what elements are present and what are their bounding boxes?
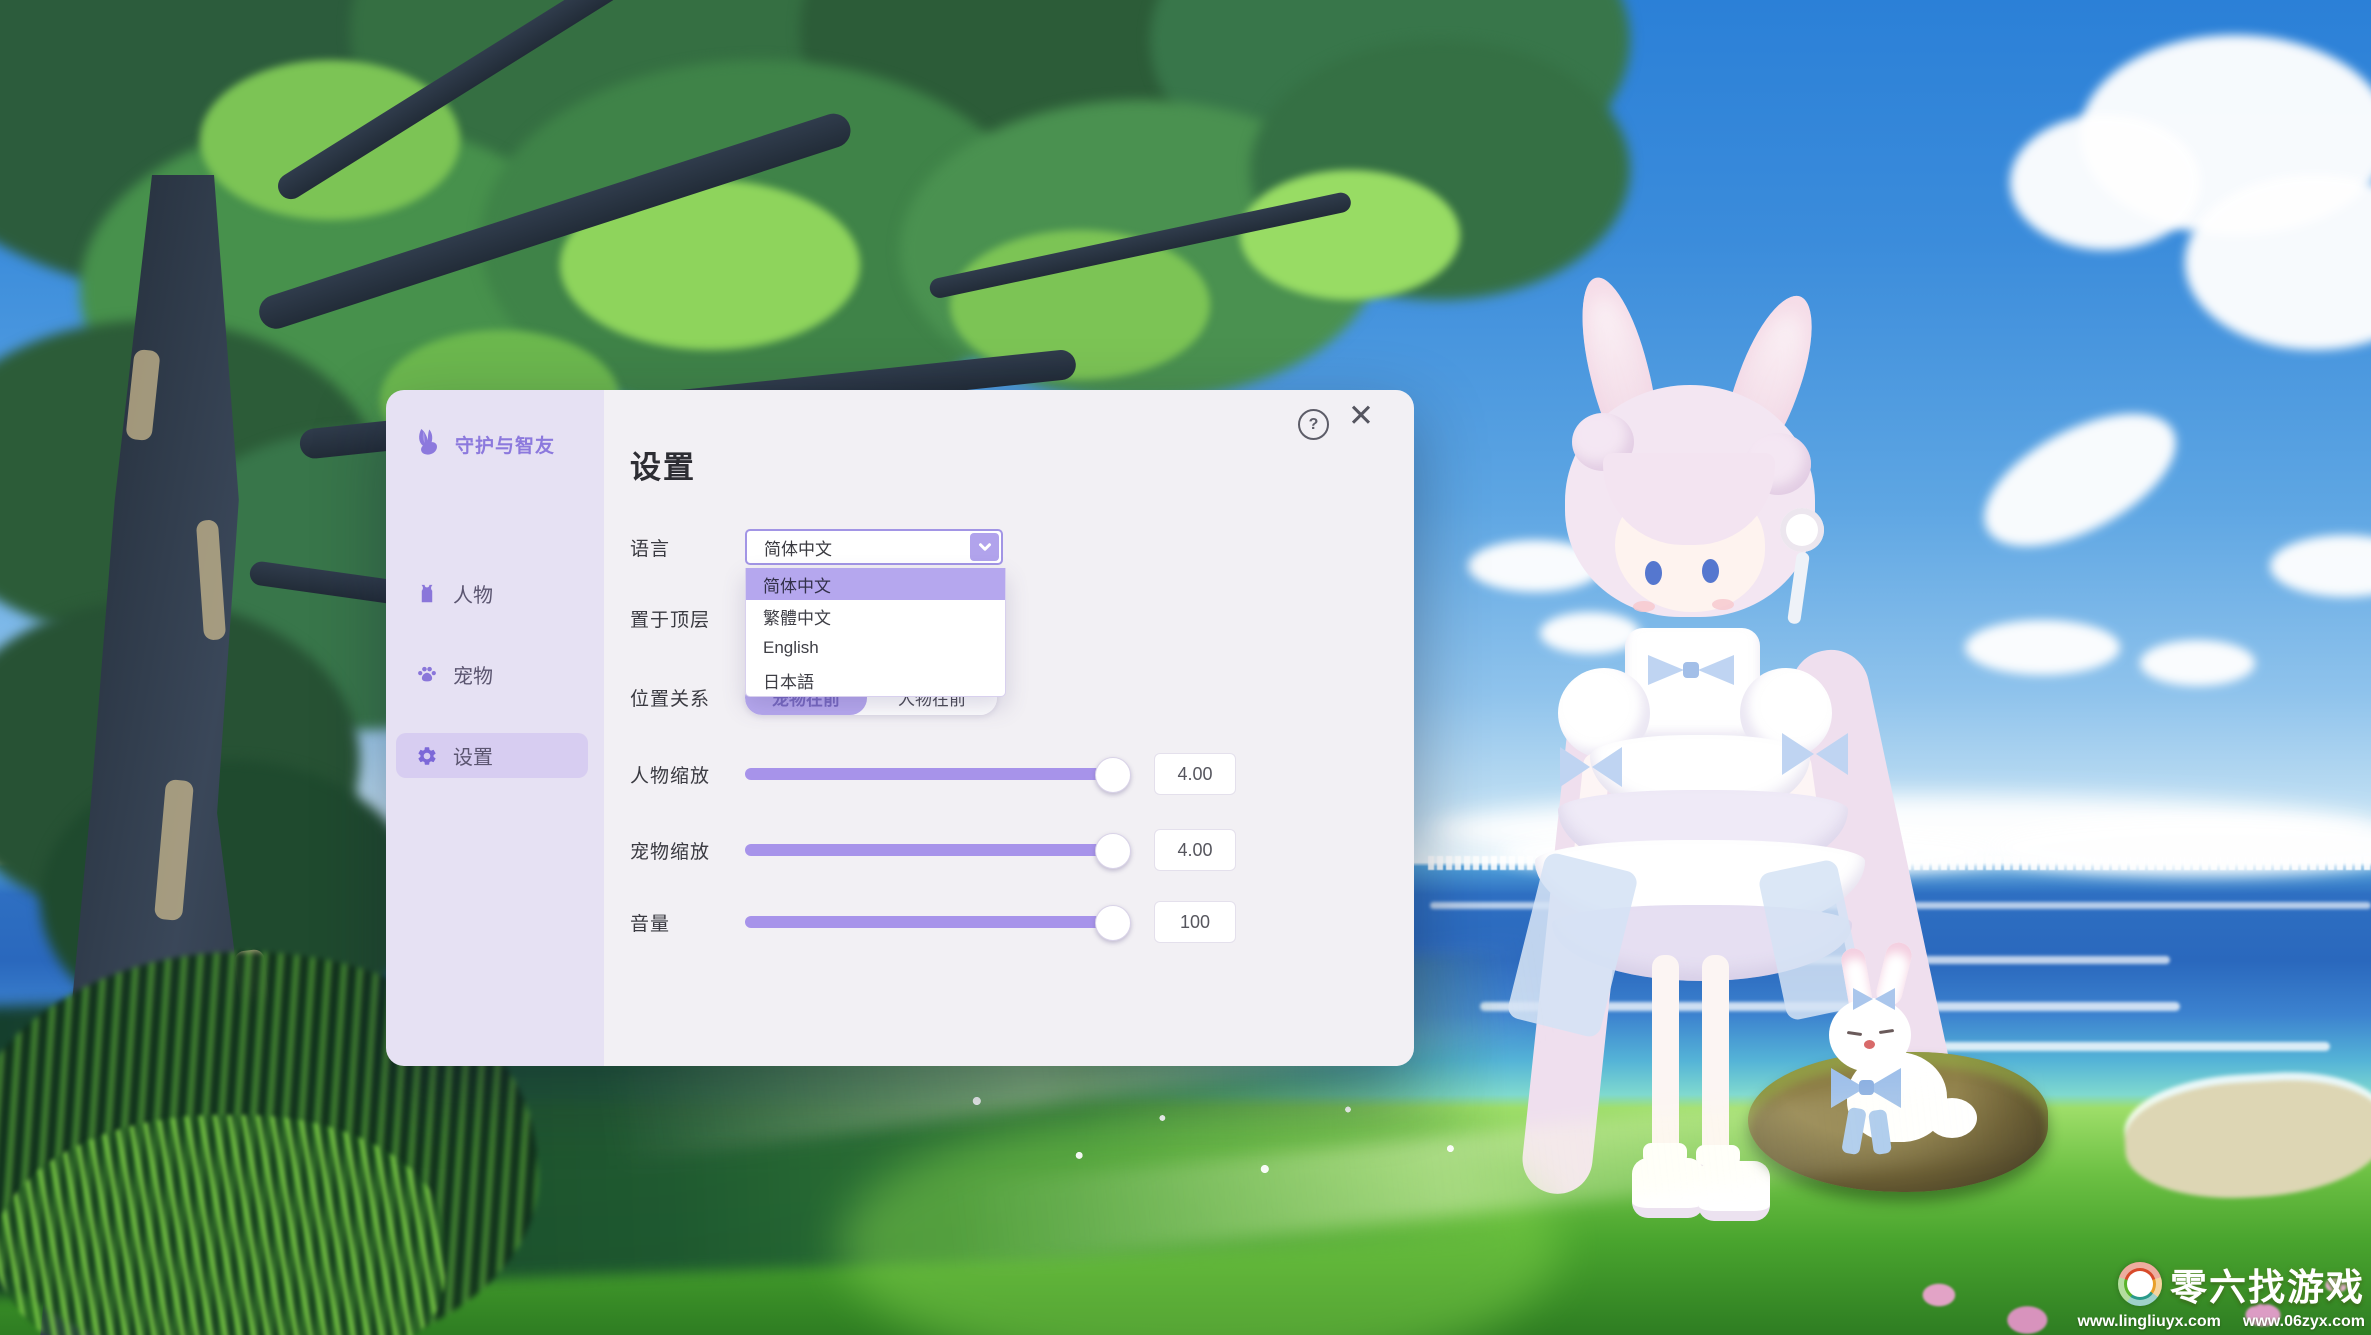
character-scale-value: 4.00 xyxy=(1154,753,1236,795)
volume-row: 音量 100 xyxy=(630,902,1384,942)
character-scale-slider[interactable] xyxy=(745,768,1127,780)
always-on-top-row: 置于顶层 xyxy=(630,600,1384,636)
watermark-title: 零六找游戏 xyxy=(2170,1257,2365,1311)
dialog-sidebar: 守护与智友 人物 宠物 xyxy=(386,390,604,1066)
pet-scale-row: 宠物缩放 4.00 xyxy=(630,830,1384,870)
cloud xyxy=(2010,115,2200,250)
dress-icon xyxy=(416,583,438,605)
dialog-main-panel: ? ✕ 设置 语言 简体中文 置于顶层 位置关系 xyxy=(604,390,1414,1066)
help-button[interactable]: ? xyxy=(1298,409,1329,440)
cloud xyxy=(1965,620,2120,675)
site-watermark: 零六找游戏 www.lingliuyx.com www.06zyx.com xyxy=(2077,1257,2365,1331)
pet-scale-value: 4.00 xyxy=(1154,829,1236,871)
app-bunny-logo-icon xyxy=(410,426,446,462)
dropdown-option-traditional-chinese[interactable]: 繁體中文 xyxy=(746,600,1005,632)
tree-foliage-highlight xyxy=(200,60,460,220)
language-label: 语言 xyxy=(630,534,745,561)
pet-scale-label: 宠物缩放 xyxy=(630,837,745,864)
sidebar-nav: 人物 宠物 设置 xyxy=(396,571,588,814)
cloud xyxy=(2140,640,2255,686)
character-scale-label: 人物缩放 xyxy=(630,761,745,788)
character-scale-row: 人物缩放 4.00 xyxy=(630,754,1384,794)
volume-value: 100 xyxy=(1154,901,1236,943)
close-icon[interactable]: ✕ xyxy=(1348,400,1374,431)
watermark-url: www.lingliuyx.com xyxy=(2077,1313,2220,1331)
sidebar-item-pet[interactable]: 宠物 xyxy=(396,652,588,697)
girl-blush xyxy=(1712,599,1734,610)
position-label: 位置关系 xyxy=(630,684,745,711)
girl-eye xyxy=(1645,561,1662,585)
sidebar-item-label: 设置 xyxy=(453,741,493,770)
girl-blush xyxy=(1633,601,1655,612)
pet-scale-slider[interactable] xyxy=(745,844,1127,856)
tree-foliage-highlight xyxy=(1240,170,1460,300)
language-dropdown: 简体中文 繁體中文 English 日本語 xyxy=(745,568,1006,697)
white-flowers xyxy=(900,1050,1540,1220)
app-logo-row: 守护与智友 xyxy=(410,426,555,462)
girl-eye xyxy=(1702,559,1719,583)
page-title: 设置 xyxy=(630,442,696,487)
slider-thumb[interactable] xyxy=(1095,757,1131,793)
sidebar-item-character[interactable]: 人物 xyxy=(396,571,588,616)
language-select[interactable]: 简体中文 xyxy=(745,529,1003,565)
paw-icon xyxy=(416,664,438,686)
app-title: 守护与智友 xyxy=(455,431,555,458)
language-row: 语言 简体中文 xyxy=(630,529,1384,565)
dropdown-option-english[interactable]: English xyxy=(746,632,1005,664)
dropdown-option-simplified-chinese[interactable]: 简体中文 xyxy=(746,568,1005,600)
chevron-down-icon[interactable] xyxy=(970,533,999,561)
watermark-logo-icon xyxy=(2118,1262,2162,1306)
volume-label: 音量 xyxy=(630,909,745,936)
slider-thumb[interactable] xyxy=(1095,833,1131,869)
slider-thumb[interactable] xyxy=(1095,905,1131,941)
watermark-url: www.06zyx.com xyxy=(2243,1313,2365,1331)
dropdown-option-japanese[interactable]: 日本語 xyxy=(746,664,1005,696)
sidebar-item-settings[interactable]: 设置 xyxy=(396,733,588,778)
volume-slider[interactable] xyxy=(745,916,1127,928)
settings-dialog: 守护与智友 人物 宠物 xyxy=(386,390,1414,1066)
sidebar-item-label: 宠物 xyxy=(453,660,493,689)
always-on-top-label: 置于顶层 xyxy=(630,605,745,632)
girl-rose-accessory xyxy=(1780,508,1824,552)
language-selected-value: 简体中文 xyxy=(764,535,832,560)
desktop-scene: 零六找游戏 www.lingliuyx.com www.06zyx.com 守护… xyxy=(0,0,2371,1335)
position-row: 位置关系 宠物在前 人物在前 xyxy=(630,679,1384,715)
girl-chest-bow-knot xyxy=(1683,662,1699,678)
sidebar-item-label: 人物 xyxy=(453,579,493,608)
gear-icon xyxy=(416,745,438,767)
rabbit-mouth xyxy=(1864,1040,1875,1049)
